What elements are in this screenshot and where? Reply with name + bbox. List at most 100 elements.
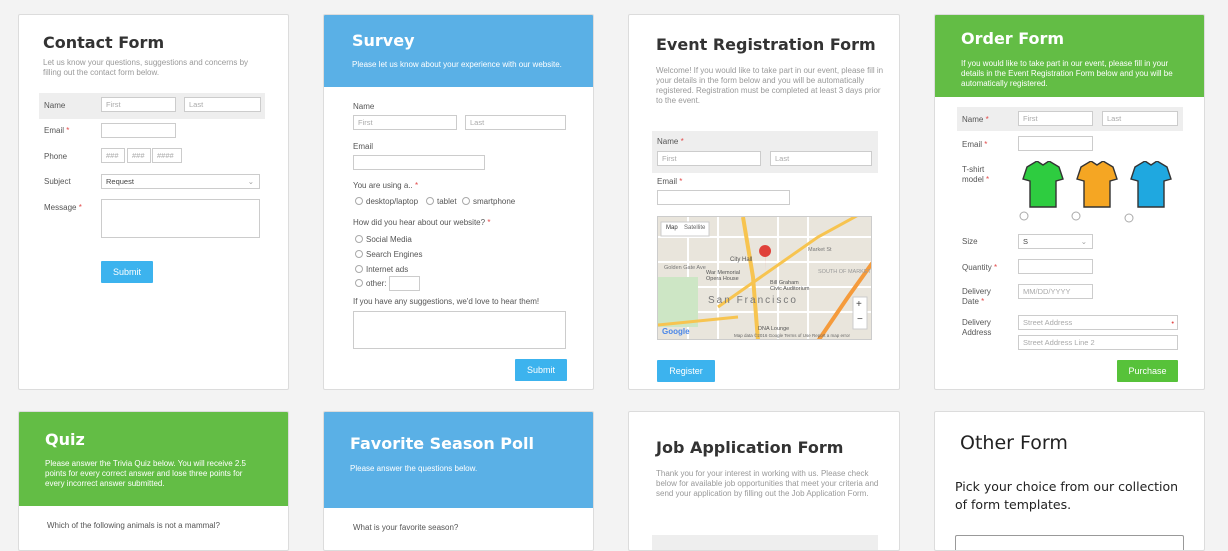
delivery-date-input[interactable]: MM/DD/YYYY bbox=[1018, 284, 1093, 299]
email-label: Email * bbox=[44, 126, 70, 135]
order-form-card[interactable]: Order Form If you would like to take par… bbox=[934, 14, 1205, 390]
poll-header: Favorite Season Poll Please answer the q… bbox=[324, 412, 593, 508]
subject-label: Subject bbox=[44, 177, 71, 186]
quiz-card[interactable]: Quiz Please answer the Trivia Quiz below… bbox=[18, 411, 289, 551]
message-label: Message * bbox=[44, 203, 82, 212]
first-name-input[interactable]: First bbox=[1018, 111, 1093, 126]
last-name-input[interactable]: Last bbox=[1102, 111, 1178, 126]
map-label-market-st: Market St bbox=[808, 247, 832, 253]
size-select[interactable]: S ⌄ bbox=[1018, 234, 1093, 249]
hear-option-other[interactable]: other: bbox=[355, 279, 386, 288]
blue-tshirt-icon bbox=[1130, 161, 1172, 208]
template-select[interactable] bbox=[955, 535, 1184, 550]
location-map[interactable]: Map Satellite City Hall War Memorial Ope… bbox=[657, 216, 872, 340]
job-application-card[interactable]: Job Application Form Thank you for your … bbox=[628, 411, 900, 551]
name-label: Name * bbox=[657, 137, 684, 146]
survey-description: Please let us know about your experience… bbox=[352, 60, 562, 69]
job-form-description: Thank you for your interest in working w… bbox=[656, 469, 879, 498]
map-footer: Map data ©2016 Google Terms of Use Repor… bbox=[734, 333, 851, 338]
order-form-description: If you would like to take part in our ev… bbox=[961, 59, 1173, 88]
contact-form-card[interactable]: Contact Form Let us know your questions,… bbox=[18, 14, 289, 390]
email-input[interactable] bbox=[353, 155, 485, 170]
phone-label: Phone bbox=[44, 152, 68, 161]
map-tab-satellite[interactable]: Satellite bbox=[684, 225, 705, 231]
last-name-input[interactable]: Last bbox=[770, 151, 872, 166]
quiz-description: Please answer the Trivia Quiz below. You… bbox=[45, 459, 246, 488]
orange-tshirt-icon bbox=[1076, 161, 1118, 208]
poll-description: Please answer the questions below. bbox=[350, 464, 478, 473]
map-label-civic: Bill Graham Civic Auditorium bbox=[770, 280, 810, 292]
device-option-desktop[interactable]: desktop/laptop bbox=[355, 197, 418, 206]
message-textarea[interactable] bbox=[101, 199, 260, 238]
first-name-input[interactable]: First bbox=[657, 151, 761, 166]
email-input[interactable] bbox=[1018, 136, 1093, 151]
quiz-question: Which of the following animals is not a … bbox=[47, 521, 220, 530]
first-name-input[interactable]: First bbox=[353, 115, 457, 130]
radio-icon[interactable] bbox=[355, 235, 363, 243]
purchase-button[interactable]: Purchase bbox=[1117, 360, 1178, 382]
email-input[interactable] bbox=[657, 190, 790, 205]
email-label: Email bbox=[353, 142, 374, 151]
first-name-input[interactable]: First bbox=[101, 97, 176, 112]
map-label-city-hall: City Hall bbox=[730, 257, 753, 263]
hear-option-ads[interactable]: Internet ads bbox=[355, 265, 408, 274]
hear-option-search[interactable]: Search Engines bbox=[355, 250, 422, 259]
submit-button[interactable]: Submit bbox=[515, 359, 567, 381]
order-form-title: Order Form bbox=[961, 29, 1065, 48]
survey-title: Survey bbox=[352, 31, 415, 50]
phone-prefix-input[interactable]: ### bbox=[127, 148, 151, 163]
suggestions-textarea[interactable] bbox=[353, 311, 566, 349]
street-address-input[interactable]: Street Address • bbox=[1018, 315, 1178, 330]
quantity-input[interactable] bbox=[1018, 259, 1093, 274]
tshirt-options[interactable] bbox=[1019, 161, 1189, 223]
email-input[interactable] bbox=[101, 123, 176, 138]
email-label: Email * bbox=[962, 140, 988, 149]
google-logo: Google bbox=[662, 327, 690, 336]
other-form-title: Other Form bbox=[960, 432, 1068, 454]
radio-icon[interactable] bbox=[355, 197, 363, 205]
quiz-header: Quiz Please answer the Trivia Quiz below… bbox=[19, 412, 288, 506]
season-poll-card[interactable]: Favorite Season Poll Please answer the q… bbox=[323, 411, 594, 551]
quantity-label: Quantity * bbox=[962, 263, 998, 272]
zoom-out-button[interactable]: − bbox=[857, 314, 863, 325]
radio-icon[interactable] bbox=[462, 197, 470, 205]
contact-form-title: Contact Form bbox=[43, 33, 165, 52]
other-input[interactable] bbox=[389, 276, 420, 291]
other-form-card[interactable]: Other Form Pick your choice from our col… bbox=[934, 411, 1205, 551]
street-address-line2-input[interactable]: Street Address Line 2 bbox=[1018, 335, 1178, 350]
radio-icon[interactable] bbox=[355, 279, 363, 287]
delivery-address-label: Delivery Address bbox=[962, 318, 992, 337]
size-label: Size bbox=[962, 237, 978, 246]
radio-icon[interactable] bbox=[426, 197, 434, 205]
survey-header: Survey Please let us know about your exp… bbox=[324, 15, 593, 87]
phone-line-input[interactable]: #### bbox=[152, 148, 182, 163]
subject-select[interactable]: Request ⌄ bbox=[101, 174, 260, 189]
radio-icon[interactable] bbox=[355, 250, 363, 258]
device-option-smartphone[interactable]: smartphone bbox=[462, 197, 515, 206]
hear-option-social[interactable]: Social Media bbox=[355, 235, 412, 244]
zoom-in-button[interactable]: + bbox=[856, 299, 862, 310]
device-option-tablet[interactable]: tablet bbox=[426, 197, 457, 206]
phone-area-input[interactable]: ### bbox=[101, 148, 125, 163]
contact-form-description: Let us know your questions, suggestions … bbox=[43, 58, 249, 77]
map-label-dna-lounge: DNA Lounge bbox=[758, 326, 790, 332]
tshirt-label: T-shirt model * bbox=[962, 165, 990, 184]
radio-icon[interactable] bbox=[355, 265, 363, 273]
map-label-golden-gate: Golden Gate Ave bbox=[664, 265, 706, 271]
submit-button[interactable]: Submit bbox=[101, 261, 153, 283]
last-name-input[interactable]: Last bbox=[465, 115, 566, 130]
event-registration-card[interactable]: Event Registration Form Welcome! If you … bbox=[628, 14, 900, 390]
register-button[interactable]: Register bbox=[657, 360, 715, 382]
map-graphic bbox=[658, 217, 871, 339]
event-form-description: Welcome! If you would like to take part … bbox=[656, 66, 884, 105]
email-label: Email * bbox=[657, 177, 683, 186]
poll-title: Favorite Season Poll bbox=[350, 434, 534, 453]
last-name-input[interactable]: Last bbox=[184, 97, 261, 112]
map-tab-map[interactable]: Map bbox=[666, 225, 678, 231]
survey-card[interactable]: Survey Please let us know about your exp… bbox=[323, 14, 594, 390]
chevron-down-icon: ⌄ bbox=[247, 177, 254, 186]
suggestions-label: If you have any suggestions, we'd love t… bbox=[353, 297, 540, 306]
green-tshirt-icon bbox=[1022, 161, 1064, 208]
map-city-label: San Francisco bbox=[708, 295, 798, 306]
event-form-title: Event Registration Form bbox=[656, 35, 876, 54]
